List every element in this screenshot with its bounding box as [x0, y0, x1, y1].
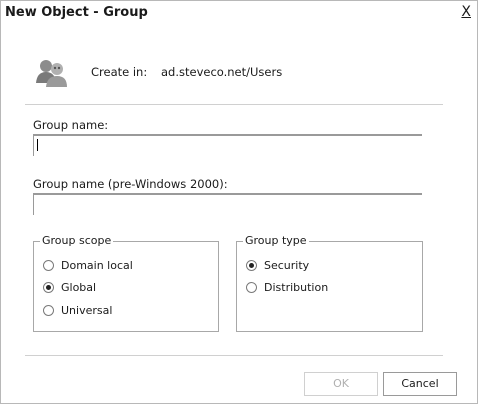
- domain-local-label: Domain local: [61, 259, 133, 272]
- global-label: Global: [61, 281, 97, 294]
- scope-domain-local-option[interactable]: Domain local: [43, 259, 133, 272]
- group-name-input[interactable]: [34, 136, 422, 156]
- dialog-title: New Object - Group: [5, 5, 148, 20]
- type-distribution-option[interactable]: Distribution: [246, 281, 328, 294]
- radio-global[interactable]: [43, 282, 54, 293]
- group-scope-legend: Group scope: [40, 234, 114, 247]
- group-users-icon: [36, 60, 67, 87]
- title-bar[interactable]: New Object - Group X: [1, 1, 477, 27]
- security-label: Security: [264, 259, 310, 272]
- group-name-label: Group name:: [33, 118, 109, 132]
- scope-universal-option[interactable]: Universal: [43, 304, 112, 317]
- distribution-label: Distribution: [264, 281, 329, 294]
- cancel-button[interactable]: Cancel: [383, 372, 457, 396]
- radio-distribution[interactable]: [246, 282, 257, 293]
- create-in-label: Create in:: [91, 65, 148, 79]
- pre2000-name-input[interactable]: [34, 195, 422, 215]
- new-object-group-dialog: New Object - Group X Create in: ad.steve…: [0, 0, 478, 404]
- header-divider: [25, 104, 443, 105]
- universal-label: Universal: [61, 304, 113, 317]
- scope-global-option[interactable]: Global: [43, 281, 96, 294]
- type-security-option[interactable]: Security: [246, 259, 309, 272]
- group-name-field-frame: [33, 134, 422, 156]
- ok-button[interactable]: OK: [304, 372, 378, 396]
- pre2000-field-frame: [33, 193, 422, 215]
- footer-divider: [25, 355, 443, 356]
- radio-security[interactable]: [246, 260, 257, 271]
- text-caret: [37, 139, 38, 151]
- radio-universal[interactable]: [43, 305, 54, 316]
- group-type-legend: Group type: [243, 234, 309, 247]
- radio-domain-local[interactable]: [43, 260, 54, 271]
- create-in-path: ad.steveco.net/Users: [161, 65, 283, 79]
- close-icon[interactable]: X: [461, 4, 471, 20]
- pre2000-name-label: Group name (pre-Windows 2000):: [33, 177, 228, 191]
